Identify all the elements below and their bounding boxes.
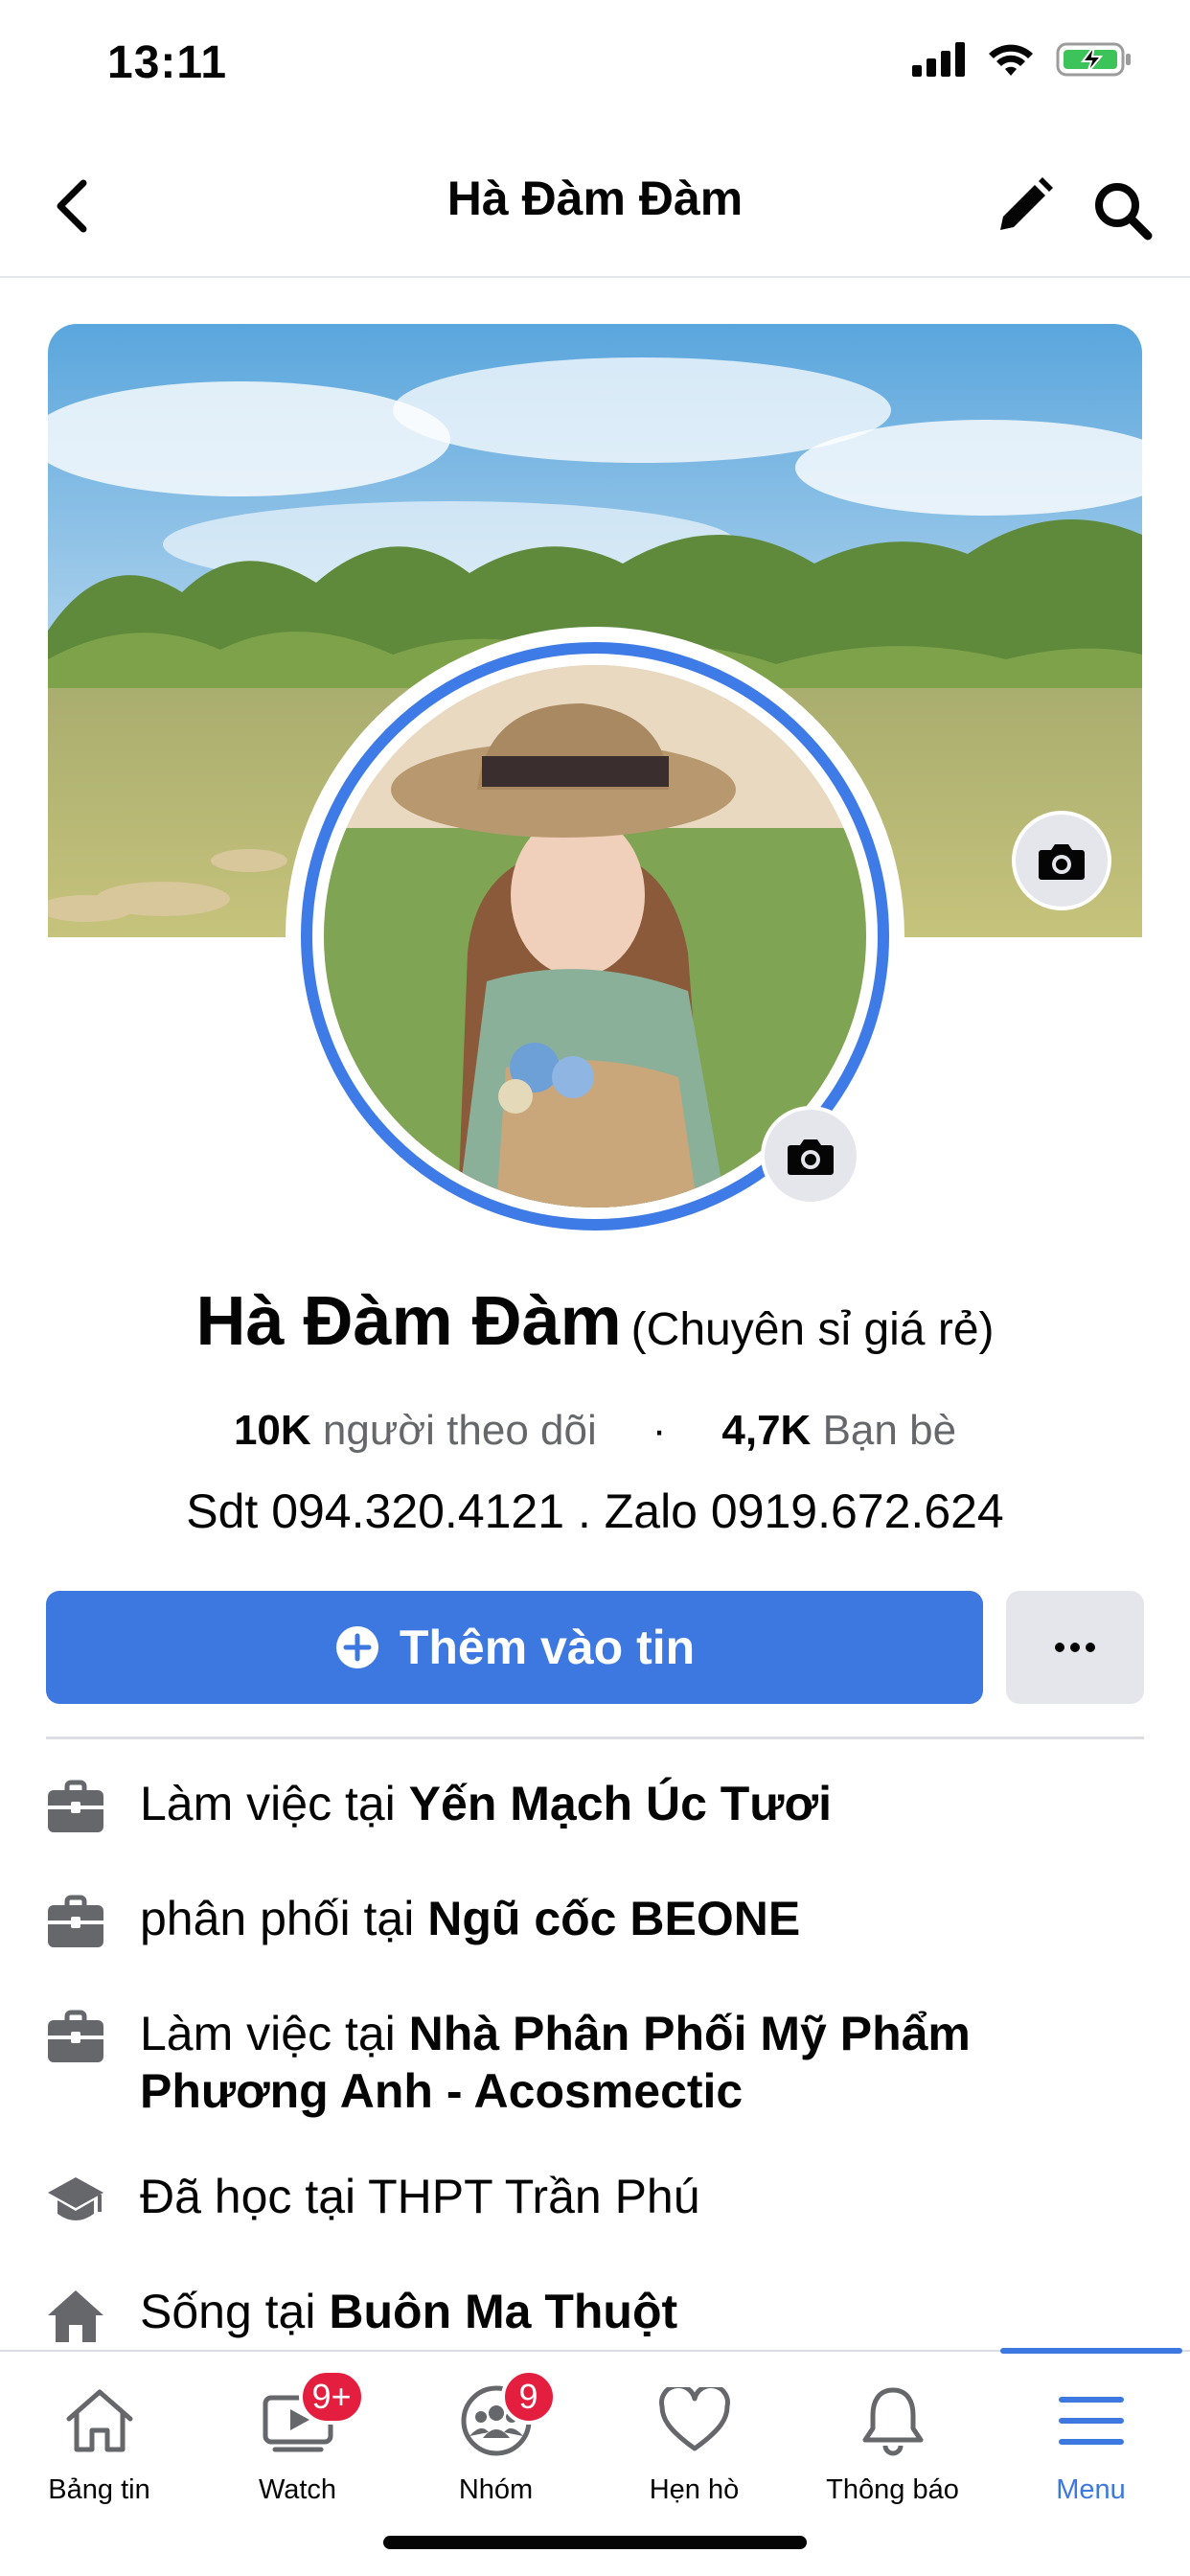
bell-icon	[862, 2387, 923, 2456]
workplace-link[interactable]: Yến Mạch Úc Tươi	[409, 1777, 832, 1830]
tab-dating[interactable]: Hẹn hò	[595, 2352, 793, 2543]
profile-name: Hà Đàm Đàm	[195, 1283, 622, 1360]
info-item-work-1[interactable]: Làm việc tại Yến Mạch Úc Tươi	[46, 1775, 1144, 1836]
briefcase-icon	[48, 1780, 103, 1832]
profile-name-row: Hà Đàm Đàm (Chuyên sỉ giá rẻ)	[0, 1282, 1190, 1361]
profile-name-suffix: (Chuyên sỉ giá rẻ)	[630, 1304, 995, 1355]
tab-watch[interactable]: 9+ Watch	[198, 2352, 397, 2543]
groups-badge: 9	[500, 2369, 557, 2425]
friends-label: Bạn bè	[822, 1407, 957, 1454]
graduation-cap-icon	[48, 2177, 103, 2220]
tab-label: Thông báo	[826, 2474, 959, 2505]
info-prefix: Làm việc tại	[140, 1777, 409, 1830]
divider	[46, 1736, 1144, 1739]
search-icon	[1095, 183, 1153, 241]
home-icon	[48, 2290, 103, 2342]
info-prefix: Làm việc tại	[140, 2007, 409, 2060]
heart-icon	[658, 2387, 730, 2451]
info-text: Đã học tại THPT Trần Phú	[140, 2170, 700, 2223]
info-item-education[interactable]: Đã học tại THPT Trần Phú	[46, 2168, 1144, 2229]
briefcase-icon	[48, 2010, 103, 2062]
profile-stats: 10K người theo dõi · 4,7K Bạn bè	[0, 1407, 1190, 1455]
camera-icon	[1039, 844, 1085, 880]
tab-label: Nhóm	[458, 2474, 534, 2505]
profile-bio: Sdt 094.320.4121 . Zalo 0919.672.624	[186, 1484, 1004, 1538]
watch-badge: 9+	[298, 2369, 365, 2425]
camera-icon	[788, 1139, 834, 1175]
change-avatar-button[interactable]	[761, 1106, 860, 1206]
top-header: Hà Đàm Đàm	[0, 134, 1190, 278]
info-item-lives-in[interactable]: Sống tại Buôn Ma Thuột	[46, 2283, 1144, 2344]
plus-circle-icon	[335, 1626, 378, 1668]
tab-label: Bảng tin	[48, 2474, 150, 2505]
status-icons	[912, 40, 1133, 79]
info-text: Làm việc tại Yến Mạch Úc Tươi	[140, 1775, 832, 1832]
tab-groups[interactable]: 9 Nhóm	[397, 2352, 595, 2543]
battery-charging-icon	[1056, 42, 1131, 77]
workplace-link[interactable]: Ngũ cốc BEONE	[427, 1892, 800, 1945]
followers-count: 10K	[233, 1407, 311, 1454]
friends-count: 4,7K	[721, 1407, 812, 1454]
tab-menu[interactable]: Menu	[992, 2352, 1190, 2543]
info-prefix: Sống tại	[140, 2285, 330, 2338]
add-to-story-button[interactable]: Thêm vào tin	[46, 1591, 983, 1704]
info-prefix: phân phối tại	[140, 1892, 428, 1945]
tab-label: Watch	[258, 2474, 337, 2505]
search-button[interactable]	[1085, 172, 1161, 249]
info-text: Làm việc tại Nhà Phân Phối Mỹ Phẩm Phươn…	[140, 2005, 1136, 2120]
tab-label: Hẹn hò	[649, 2474, 740, 2505]
status-bar: 13:11	[0, 0, 1190, 134]
briefcase-icon	[48, 1895, 103, 1947]
stats-separator: ·	[652, 1407, 667, 1454]
info-item-work-2[interactable]: phân phối tại Ngũ cốc BEONE	[46, 1890, 1144, 1951]
followers-stat[interactable]: 10K người theo dõi	[234, 1407, 597, 1454]
friends-stat[interactable]: 4,7K Bạn bè	[721, 1407, 956, 1454]
menu-icon	[1058, 2397, 1124, 2445]
home-outline-icon	[66, 2389, 132, 2452]
more-options-button[interactable]	[1006, 1591, 1144, 1704]
add-to-story-label: Thêm vào tin	[399, 1621, 696, 1674]
pencil-icon	[1000, 177, 1053, 230]
city-link[interactable]: Buôn Ma Thuột	[329, 2285, 677, 2338]
tab-notifications[interactable]: Thông báo	[793, 2352, 992, 2543]
tab-label: Menu	[1056, 2474, 1126, 2505]
more-dots-icon	[1055, 1643, 1095, 1652]
status-time: 13:11	[107, 37, 228, 88]
cellular-signal-icon	[912, 42, 965, 77]
tab-news-feed[interactable]: Bảng tin	[0, 2352, 198, 2543]
followers-label: người theo dõi	[322, 1407, 597, 1454]
change-cover-button[interactable]	[1012, 811, 1111, 910]
info-text: Sống tại Buôn Ma Thuột	[140, 2283, 677, 2340]
wifi-icon	[989, 44, 1033, 76]
edit-button[interactable]	[991, 172, 1058, 240]
info-item-work-3[interactable]: Làm việc tại Nhà Phân Phối Mỹ Phẩm Phươn…	[46, 2005, 1144, 2120]
home-indicator[interactable]	[383, 2536, 807, 2549]
info-text: phân phối tại Ngũ cốc BEONE	[140, 1890, 800, 1947]
